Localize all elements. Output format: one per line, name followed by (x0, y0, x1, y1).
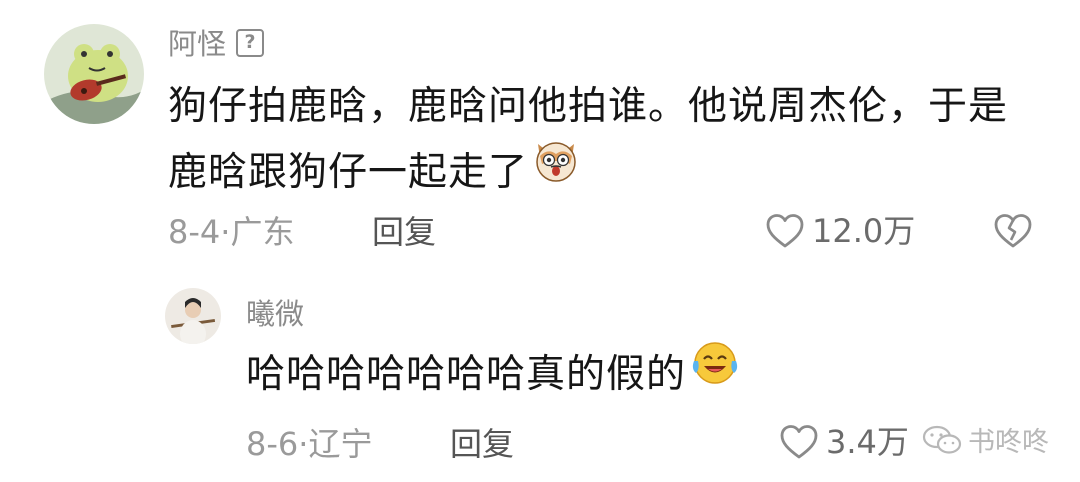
comment-body: 哈哈哈哈哈哈哈真的假的 (246, 342, 946, 410)
comment-date: 8-4 (168, 213, 221, 251)
comment-location: 广东 (230, 213, 295, 251)
like-count: 3.4万 (826, 423, 909, 461)
frog-avatar-image (44, 24, 144, 124)
broken-heart-icon[interactable] (994, 213, 1032, 249)
avatar[interactable] (44, 24, 144, 124)
comment-body: 狗仔拍鹿晗，鹿晗问他拍谁。他说周杰伦，于是鹿晗跟狗仔一起走了 (168, 74, 1028, 209)
username-text[interactable]: 阿怪 (168, 27, 226, 61)
comment-section: 阿怪? 狗仔拍鹿晗，鹿晗问他拍谁。他说周杰伦，于是鹿晗跟狗仔一起走了 8-4·广… (0, 0, 1080, 482)
comment-text: 哈哈哈哈哈哈哈真的假的 (246, 352, 687, 397)
reply-button[interactable]: 回复 (450, 428, 514, 460)
question-badge-icon: ? (236, 29, 265, 57)
like-button[interactable]: 12.0万 (766, 213, 915, 249)
dog-face-emoji-icon (532, 136, 580, 205)
heart-icon[interactable] (766, 213, 804, 249)
watermark: 书咚咚 (922, 420, 1049, 459)
username[interactable]: 曦微 (246, 300, 304, 329)
meta-separator: · (220, 213, 231, 251)
like-count: 12.0万 (812, 212, 916, 250)
like-button[interactable]: 3.4万 (780, 424, 909, 460)
reply-button[interactable]: 回复 (372, 216, 436, 248)
comment-date: 8-6 (246, 425, 299, 463)
person-avatar-image (165, 288, 221, 344)
laughing-tears-emoji-icon (690, 339, 740, 406)
comment-meta: 8-6·辽宁 (246, 428, 372, 460)
comment-text: 狗仔拍鹿晗，鹿晗问他拍谁。他说周杰伦，于是鹿晗跟狗仔一起走了 (168, 84, 1009, 195)
meta-separator: · (298, 425, 309, 463)
watermark-text: 书咚咚 (968, 427, 1049, 458)
wechat-icon (922, 425, 962, 454)
heart-icon[interactable] (780, 424, 818, 460)
username[interactable]: 阿怪? (168, 27, 265, 61)
avatar[interactable] (165, 288, 221, 344)
comment-location: 辽宁 (308, 425, 373, 463)
comment-meta: 8-4·广东 (168, 216, 294, 248)
dislike-button[interactable] (994, 213, 1032, 253)
